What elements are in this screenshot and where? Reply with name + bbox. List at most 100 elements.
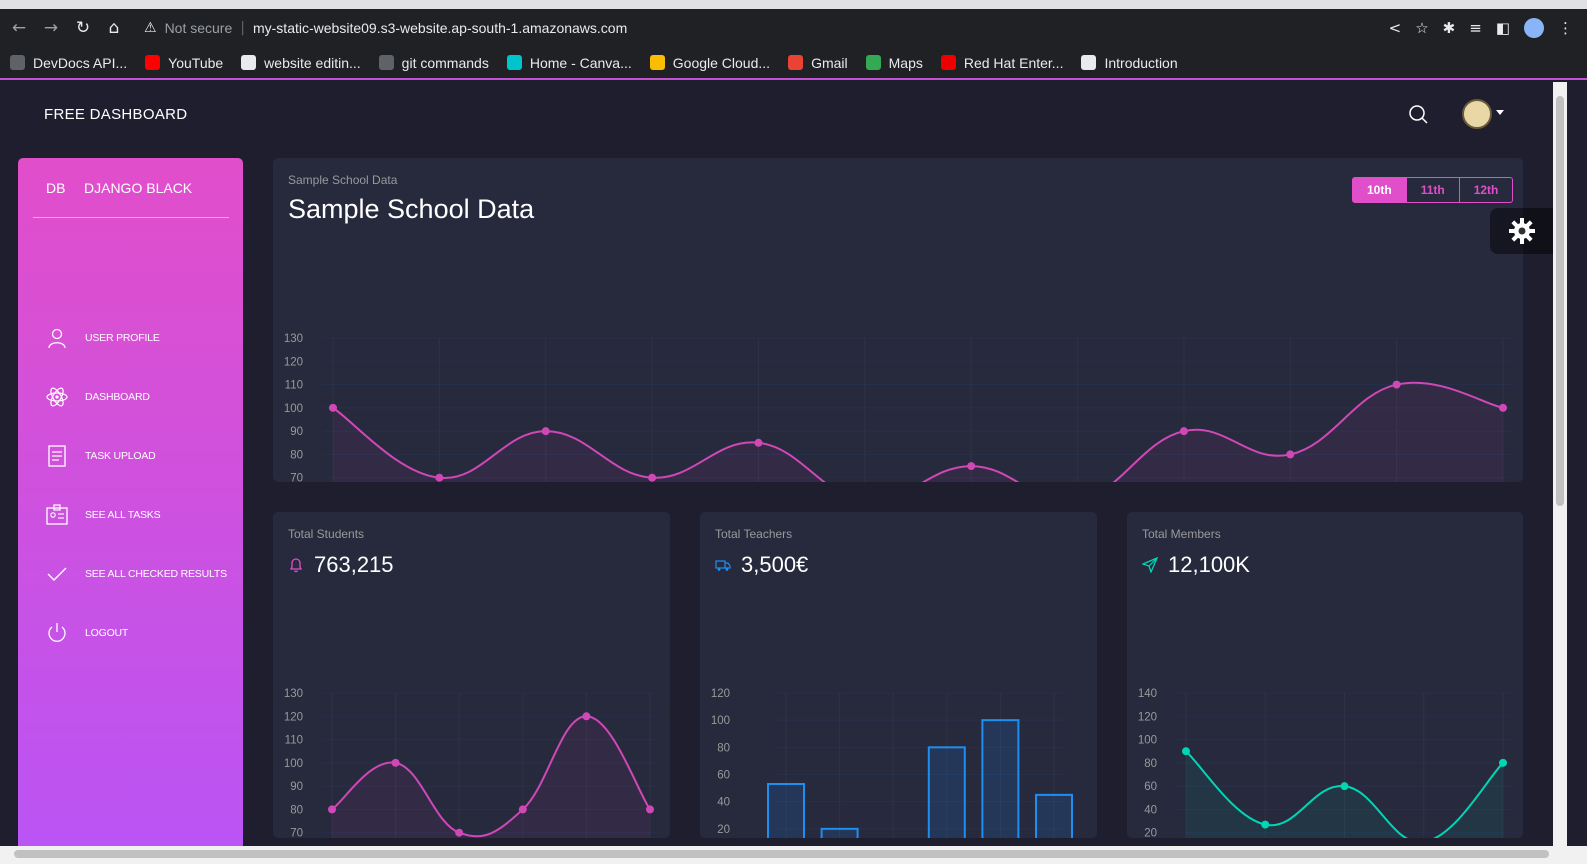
- bookmark-favicon-icon: [506, 55, 522, 70]
- profile-avatar[interactable]: [1524, 18, 1544, 38]
- data-point-nov[interactable]: [1499, 758, 1507, 767]
- home-icon[interactable]: ⌂: [99, 9, 129, 47]
- data-point-oct[interactable]: [518, 805, 527, 814]
- settings-toggle[interactable]: [1490, 208, 1553, 254]
- forward-icon[interactable]: →: [36, 9, 66, 47]
- share-icon[interactable]: <: [1389, 19, 1402, 37]
- data-point-dec[interactable]: [1499, 403, 1507, 412]
- bookmark-label: Red Hat Enter...: [963, 54, 1064, 71]
- user-avatar[interactable]: [1462, 99, 1492, 129]
- back-icon[interactable]: ←: [4, 9, 34, 47]
- bookmark-item[interactable]: website editin...: [241, 55, 361, 71]
- brand-title[interactable]: FREE DASHBOARD: [44, 106, 187, 123]
- bar-br[interactable]: [1035, 793, 1073, 838]
- y-tick-label: 20: [717, 824, 730, 836]
- area-fill: [332, 716, 650, 838]
- sidebar-item-logout[interactable]: LOGOUT: [46, 618, 128, 648]
- reload-icon[interactable]: ↻: [68, 9, 98, 47]
- data-point-mar[interactable]: [541, 427, 550, 436]
- bookmark-item[interactable]: Home - Canva...: [506, 54, 632, 71]
- bookmark-favicon-icon: [10, 55, 25, 70]
- data-point-dec[interactable]: [646, 805, 654, 814]
- y-tick-label: 90: [290, 426, 303, 438]
- check-icon: [47, 567, 67, 581]
- sidebar-item-label: LOGOUT: [85, 627, 129, 639]
- bookmark-label: Google Cloud...: [672, 54, 771, 71]
- bookmark-item[interactable]: Gmail: [788, 55, 848, 71]
- bookmark-label: website editin...: [264, 54, 361, 71]
- y-tick-label: 40: [1144, 804, 1157, 816]
- sidebar-logo-mini: DB: [46, 180, 66, 196]
- star-icon[interactable]: ☆: [1415, 19, 1428, 37]
- sidebar-logo-text: DJANGO BLACK: [84, 180, 193, 196]
- data-point-nov[interactable]: [1392, 380, 1401, 389]
- chevron-down-icon[interactable]: [1496, 110, 1504, 115]
- search-icon[interactable]: [1408, 104, 1428, 124]
- y-tick-label: 100: [1138, 735, 1157, 747]
- y-tick-label: 100: [711, 715, 730, 727]
- bar-ger[interactable]: [820, 827, 859, 838]
- bookmark-item[interactable]: YouTube: [145, 55, 223, 71]
- y-tick-label: 60: [717, 770, 730, 782]
- bookmarks-bar: DevDocs API... YouTube website editin... gi…: [0, 47, 1587, 80]
- y-tick-label: 100: [284, 403, 303, 415]
- address-bar[interactable]: ⚠ Not secure | my-static-website09.s3-we…: [144, 9, 627, 47]
- y-tick-label: 40: [717, 797, 730, 809]
- data-point-sep[interactable]: [455, 828, 464, 837]
- bookmark-item[interactable]: git commands: [378, 55, 489, 71]
- sidebar-item-user-profile[interactable]: USER PROFILE: [46, 323, 160, 353]
- sidebar-item-label: DASHBOARD: [85, 391, 150, 403]
- scrollbar-thumb[interactable]: [14, 850, 1549, 858]
- school-data-line-chart: 13012011010090807060JANFEBMARAPRMAYJUNJU…: [284, 333, 1513, 482]
- bookmark-item[interactable]: Introduction: [1081, 55, 1178, 71]
- horizontal-scrollbar[interactable]: [0, 846, 1587, 864]
- data-point-apr[interactable]: [648, 473, 657, 482]
- id-card-icon: [46, 504, 68, 525]
- data-point-oct[interactable]: [1286, 450, 1295, 459]
- bookmark-favicon-icon: [378, 55, 394, 70]
- data-point-jul[interactable]: [967, 462, 976, 471]
- data-point-nov[interactable]: [582, 712, 591, 721]
- bookmark-item[interactable]: DevDocs API...: [10, 55, 127, 71]
- bar-uk[interactable]: [927, 746, 966, 838]
- dashboard-app: FREE DASHBOARD DB DJANGO BLACK USER PROF…: [0, 82, 1553, 846]
- y-tick-label: 80: [290, 804, 303, 816]
- sidebar-logo[interactable]: DB DJANGO BLACK: [46, 180, 192, 196]
- scrollbar-thumb[interactable]: [1556, 96, 1564, 506]
- bookmark-item[interactable]: Google Cloud...: [649, 54, 771, 71]
- data-point-jul[interactable]: [328, 805, 336, 814]
- y-tick-label: 130: [284, 333, 303, 345]
- sidebar-item-see-all-checked-results[interactable]: SEE ALL CHECKED RESULTS: [46, 559, 227, 589]
- bookmark-item[interactable]: Red Hat Enter...: [940, 54, 1064, 71]
- bookmark-label: Home - Canva...: [529, 54, 632, 71]
- y-tick-label: 70: [290, 473, 303, 482]
- bar-ro[interactable]: [981, 719, 1020, 838]
- y-tick-label: 60: [1144, 781, 1157, 793]
- data-point-sep[interactable]: [1179, 427, 1188, 436]
- data-point-may[interactable]: [754, 438, 763, 447]
- y-tick-label: 110: [285, 380, 303, 392]
- members-line-chart: 140120100806040200JULAUGSEPOCTNOV: [1138, 688, 1513, 838]
- menu-icon[interactable]: ⋮: [1558, 19, 1573, 37]
- url-text[interactable]: my-static-website09.s3-website.ap-south-…: [253, 20, 627, 36]
- url-divider: |: [240, 20, 245, 36]
- reading-list-icon[interactable]: ≡: [1469, 19, 1482, 37]
- extensions-icon[interactable]: ✱: [1443, 19, 1456, 37]
- bookmark-label: DevDocs API...: [33, 54, 128, 71]
- bookmark-item[interactable]: Maps: [865, 55, 923, 71]
- bookmark-favicon-icon: [649, 55, 665, 70]
- bar-usa[interactable]: [767, 783, 805, 838]
- vertical-scrollbar[interactable]: [1553, 82, 1567, 846]
- data-point-jul[interactable]: [1182, 747, 1190, 756]
- atom-icon: [46, 387, 68, 407]
- sidebar-item-dashboard[interactable]: DASHBOARD: [46, 382, 150, 412]
- bookmark-favicon-icon: [788, 55, 804, 70]
- data-point-aug[interactable]: [391, 758, 400, 767]
- sidebar-item-task-upload[interactable]: TASK UPLOAD: [46, 441, 156, 471]
- side-panel-icon[interactable]: ◧: [1496, 19, 1510, 37]
- data-point-sep[interactable]: [1340, 782, 1349, 791]
- data-point-aug[interactable]: [1261, 820, 1270, 829]
- data-point-feb[interactable]: [435, 473, 444, 482]
- sidebar-item-see-all-tasks[interactable]: SEE ALL TASKS: [46, 500, 161, 530]
- data-point-jan[interactable]: [329, 403, 337, 412]
